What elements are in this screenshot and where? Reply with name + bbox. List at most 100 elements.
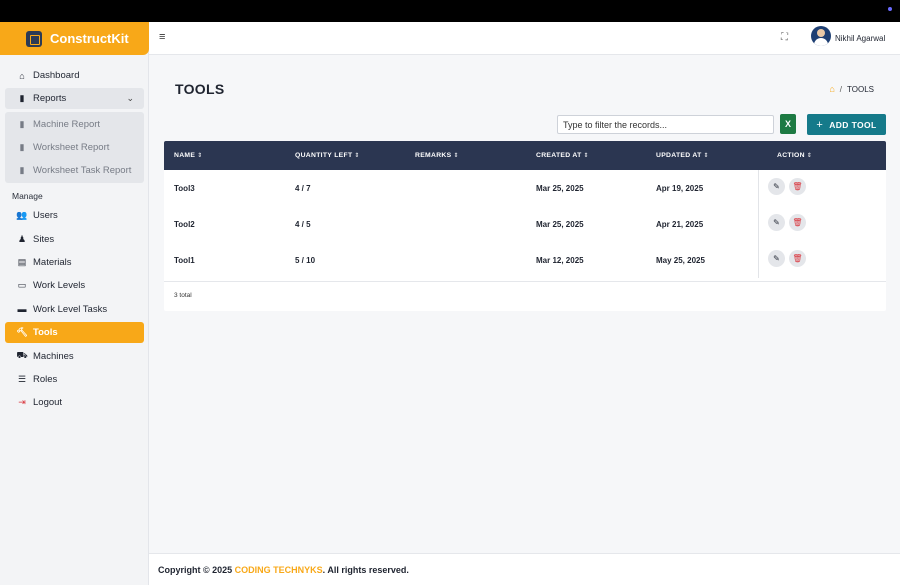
copyright-prefix: Copyright © 2025 (158, 565, 235, 575)
edit-button[interactable]: ✎ (768, 250, 785, 267)
sort-icon: ⇕ (806, 153, 813, 159)
sidebar-item-materials[interactable]: ▤ Materials (5, 252, 144, 273)
cell-created: Mar 12, 2025 (536, 256, 584, 265)
sidebar-item-machines[interactable]: ⛟ Machines (5, 346, 144, 367)
sidebar-item-label: Reports (33, 93, 67, 105)
sidebar-item-work-levels[interactable]: ▭ Work Levels (5, 275, 144, 296)
column-header-action[interactable]: ACTION ⇕ (777, 152, 812, 159)
hammer-icon: 🔨︎ (16, 327, 28, 338)
company-link[interactable]: CODING TECHNYKS (235, 565, 323, 575)
sidebar-item-label: Roles (33, 373, 58, 385)
copyright-suffix: . All rights reserved. (322, 565, 409, 575)
page-title: TOOLS (175, 81, 225, 97)
top-header: ≡ ⛶ Nikhil Agarwal (149, 22, 900, 55)
add-tool-label: ADD TOOL (829, 119, 877, 130)
chevron-down-icon: ⌄ (126, 93, 134, 104)
cell-updated: Apr 21, 2025 (656, 220, 704, 229)
cell-quantity: 4 / 7 (295, 184, 311, 193)
system-top-bar (0, 0, 900, 22)
column-header-updated[interactable]: UPDATED AT ⇕ (656, 152, 709, 159)
sidebar-item-logout[interactable]: ⇥ Logout (5, 392, 144, 413)
sidebar-item-label: Machine Report (33, 118, 101, 130)
users-icon: 👥 (16, 210, 28, 221)
sidebar-item-label: Logout (33, 397, 63, 409)
sort-icon: ⇕ (197, 153, 203, 159)
page-footer: Copyright © 2025 CODING TECHNYKS. All ri… (149, 553, 900, 585)
cell-created: Mar 25, 2025 (536, 184, 584, 193)
delete-button[interactable]: 🗑︎ (789, 250, 806, 267)
cell-created: Mar 25, 2025 (536, 220, 584, 229)
breadcrumb-separator: / (839, 84, 843, 94)
sidebar-item-reports[interactable]: ▮ Reports ⌄ (5, 88, 144, 110)
column-label: NAME (174, 152, 196, 159)
truck-icon: ⛟ (16, 350, 28, 361)
bar-chart-icon: ▮ (19, 93, 25, 104)
cell-name: Tool1 (174, 256, 195, 265)
brand-logo[interactable]: ConstructKit (0, 22, 149, 55)
table-header: NAME ⇕ QUANTITY LEFT ⇕ REMARKS ⇕ CREATED AT… (164, 141, 886, 170)
avatar[interactable] (811, 26, 831, 46)
briefcase-icon: ▭ (17, 280, 27, 291)
column-header-created[interactable]: CREATED AT ⇕ (536, 152, 589, 159)
sort-icon: ⇕ (354, 153, 360, 159)
total-count: 3 total (174, 292, 192, 299)
column-label: QUANTITY LEFT (295, 152, 353, 159)
fullscreen-icon[interactable]: ⛶ (781, 32, 788, 43)
cell-name: Tool2 (174, 220, 195, 229)
breadcrumb: ⌂ / TOOLS (829, 84, 874, 94)
delete-button[interactable]: 🗑︎ (789, 178, 806, 195)
column-header-remarks[interactable]: REMARKS ⇕ (415, 152, 459, 159)
sidebar-item-tools[interactable]: 🔨︎ Tools (5, 322, 144, 344)
column-label: ACTION (777, 152, 805, 159)
sidebar-item-sites[interactable]: ♟ Sites (5, 229, 144, 250)
sidebar-item-dashboard[interactable]: ⌂ Dashboard (5, 65, 144, 86)
home-icon[interactable]: ⌂ (829, 84, 834, 94)
table-row: Tool2 4 / 5 Mar 25, 2025 Apr 21, 2025 ✎ … (164, 206, 886, 242)
clipboard-icon: ▤ (17, 256, 27, 267)
hamburger-menu-icon[interactable]: ≡ (159, 31, 165, 43)
sidebar-item-worksheet-task-report[interactable]: ▮ Worksheet Task Report (5, 159, 144, 182)
excel-export-icon[interactable]: X (780, 114, 796, 134)
delete-button[interactable]: 🗑︎ (789, 214, 806, 231)
sort-icon: ⇕ (583, 153, 589, 159)
column-label: UPDATED AT (656, 152, 702, 159)
sidebar-nav: ⌂ Dashboard ▮ Reports ⌄ ▮ Machine Report… (5, 65, 144, 416)
sidebar-item-label: Dashboard (33, 70, 80, 81)
bar-chart-icon: ▮ (19, 141, 25, 152)
sidebar-item-work-level-tasks[interactable]: ▬ Work Level Tasks (5, 299, 144, 320)
worker-icon: ♟ (17, 233, 27, 244)
logout-icon: ⇥ (18, 397, 26, 408)
sidebar-item-label: Users (33, 210, 58, 222)
cell-quantity: 5 / 10 (295, 256, 316, 265)
add-tool-button[interactable]: + ADD TOOL (807, 114, 886, 135)
sidebar-item-label: Worksheet Report (33, 141, 110, 153)
plus-icon: + (816, 118, 824, 131)
sidebar-item-machine-report[interactable]: ▮ Machine Report (5, 113, 144, 136)
table-row: Tool1 5 / 10 Mar 12, 2025 May 25, 2025 ✎… (164, 242, 886, 278)
cell-quantity: 4 / 5 (295, 220, 311, 229)
sidebar-item-label: Worksheet Task Report (33, 164, 132, 176)
home-icon: ⌂ (19, 70, 25, 81)
table-row: Tool3 4 / 7 Mar 25, 2025 Apr 19, 2025 ✎ … (164, 170, 886, 206)
section-label-manage: Manage (12, 191, 43, 202)
sort-icon: ⇕ (703, 153, 709, 159)
app-name: ConstructKit (50, 31, 129, 46)
status-dot (888, 7, 892, 11)
column-header-quantity[interactable]: QUANTITY LEFT ⇕ (295, 152, 360, 159)
table-footer-divider (164, 281, 886, 282)
sidebar-item-label: Tools (33, 327, 58, 339)
edit-button[interactable]: ✎ (768, 178, 785, 195)
sidebar-item-worksheet-report[interactable]: ▮ Worksheet Report (5, 136, 144, 159)
sidebar-item-users[interactable]: 👥 Users (5, 205, 144, 226)
app-logo-icon (26, 30, 42, 47)
column-label: REMARKS (415, 152, 452, 159)
sidebar-item-label: Work Level Tasks (33, 303, 108, 315)
filter-input[interactable] (557, 115, 774, 134)
edit-button[interactable]: ✎ (768, 214, 785, 231)
sidebar-item-roles[interactable]: ☰ Roles (5, 369, 144, 390)
column-header-name[interactable]: NAME ⇕ (174, 152, 203, 159)
id-card-icon: ☰ (17, 373, 27, 384)
user-name[interactable]: Nikhil Agarwal (835, 34, 885, 43)
sidebar-item-label: Work Levels (33, 280, 86, 292)
column-label: CREATED AT (536, 152, 582, 159)
